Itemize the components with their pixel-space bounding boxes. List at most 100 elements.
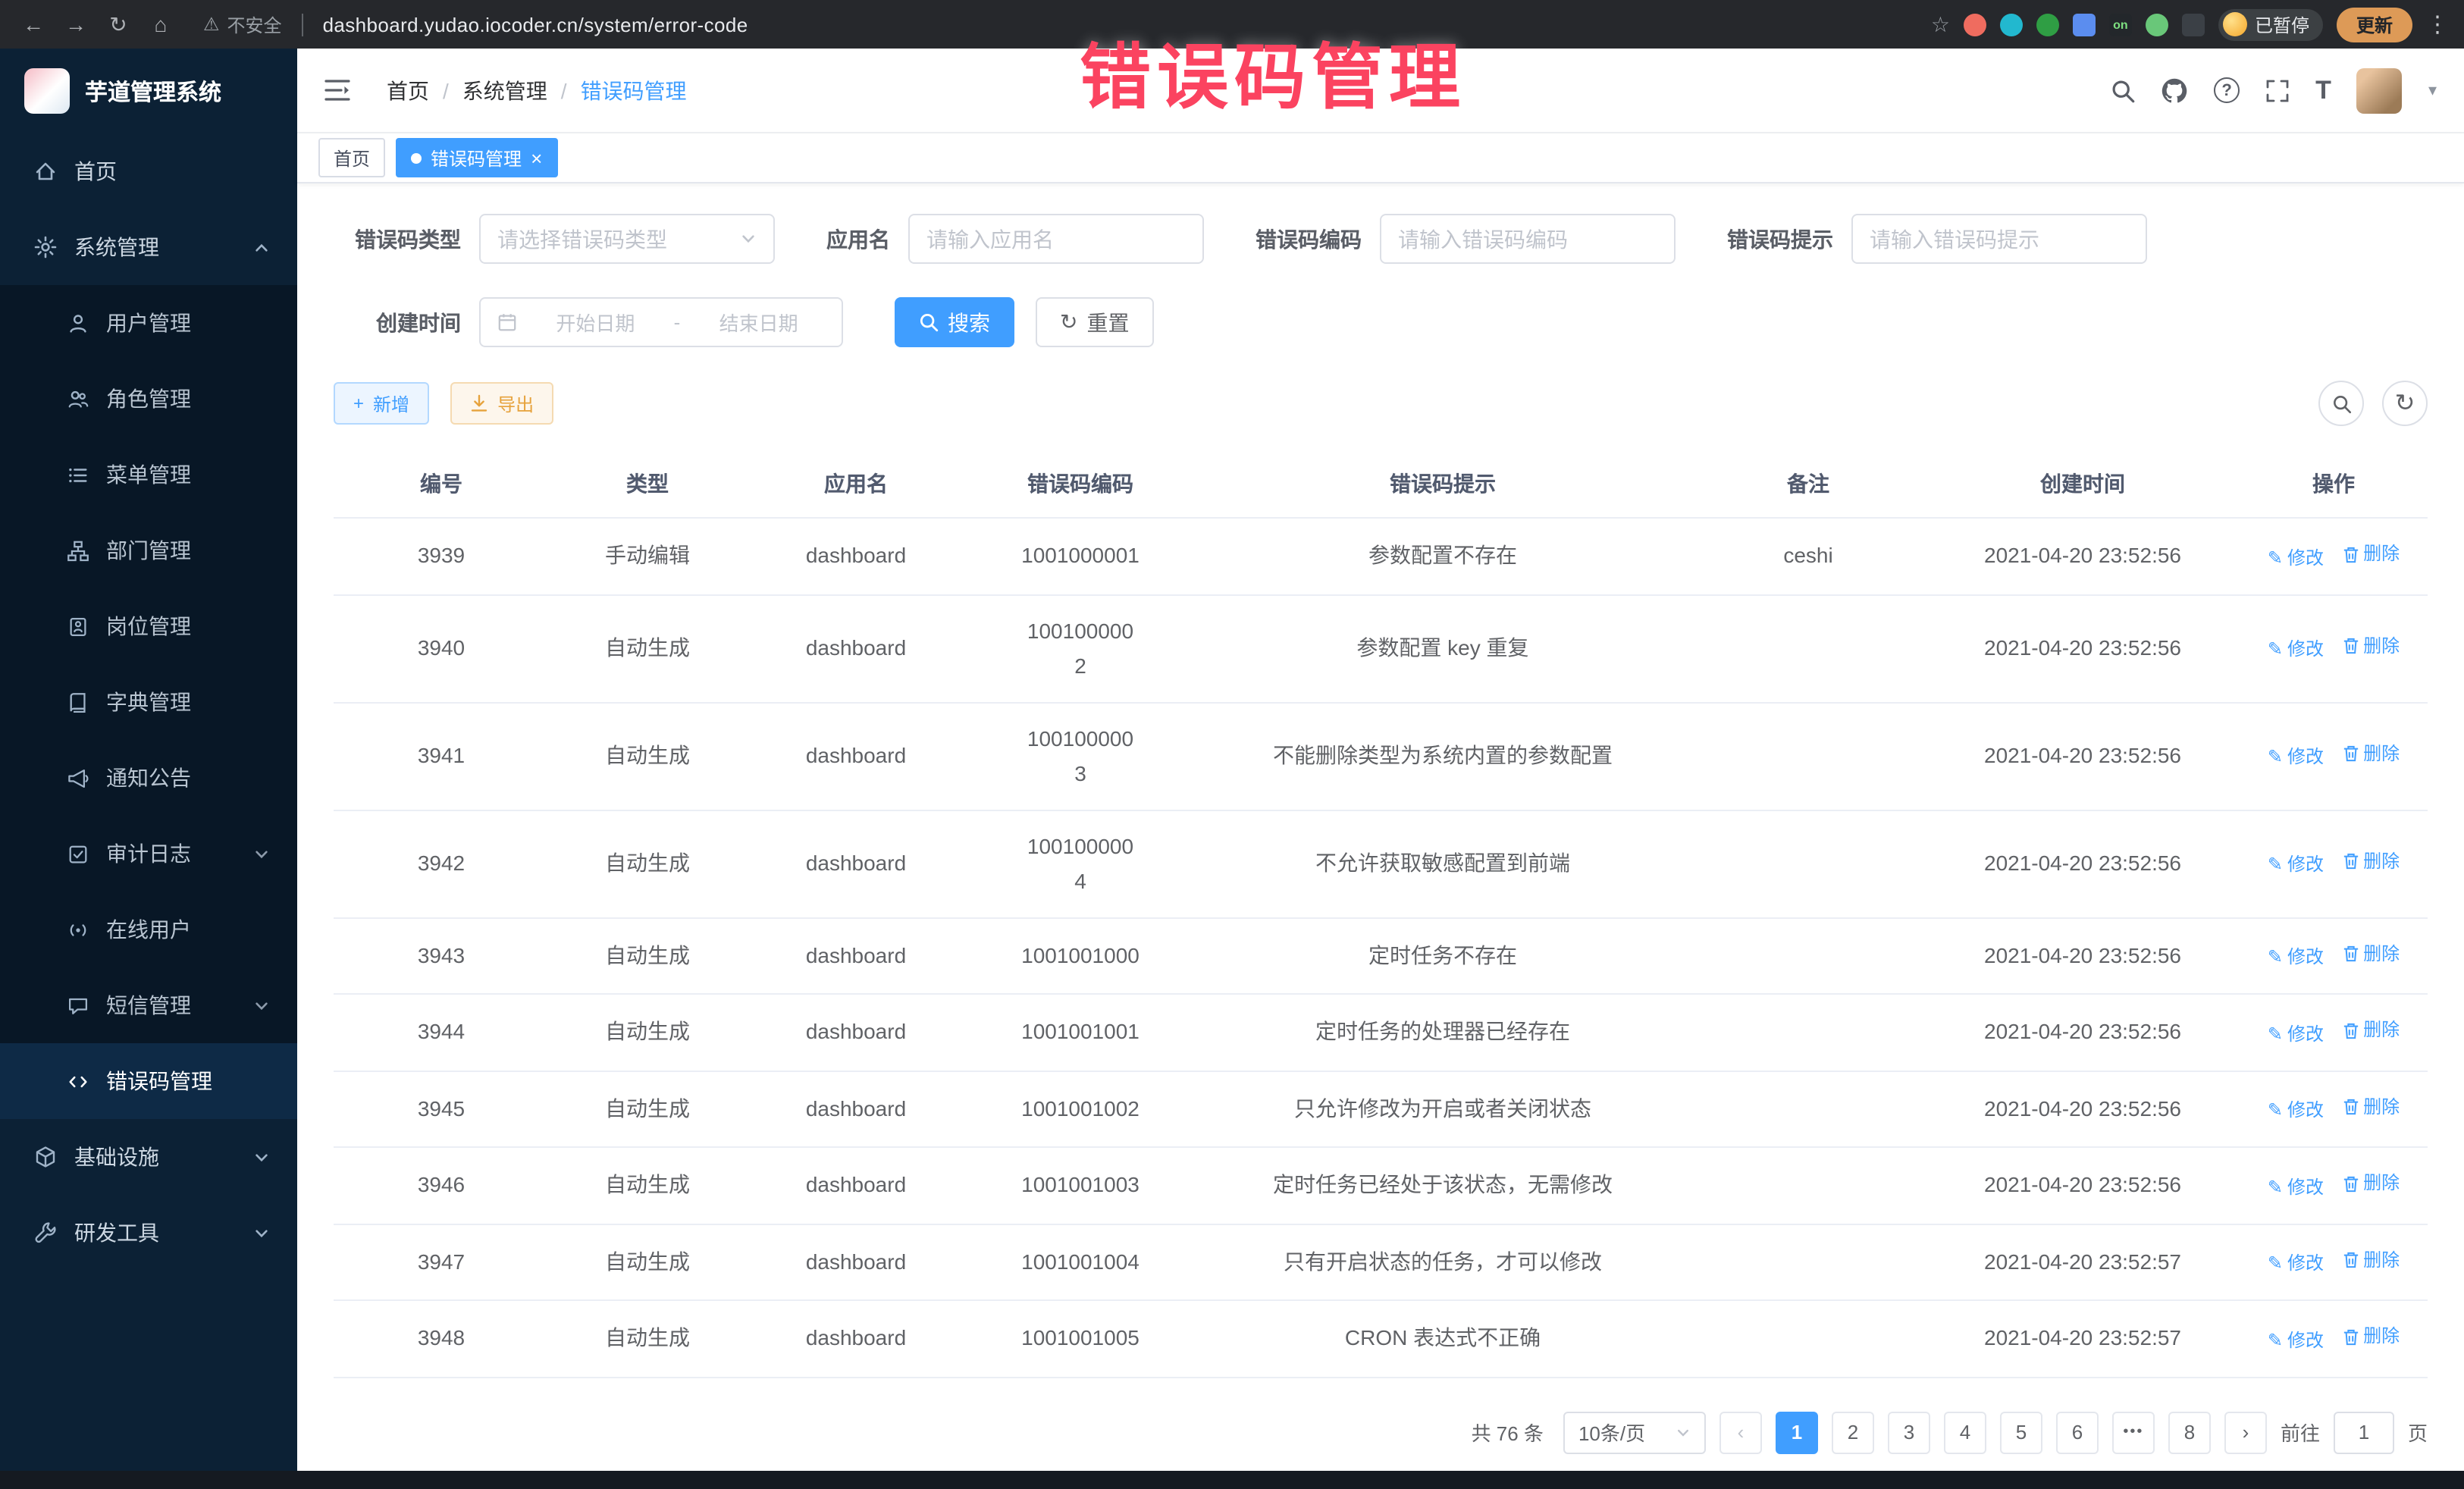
start-date-placeholder: 开始日期 bbox=[529, 308, 662, 337]
extension-icon-5[interactable]: on bbox=[2109, 13, 2132, 36]
date-range-picker[interactable]: 开始日期 - 结束日期 bbox=[479, 297, 843, 347]
sidebar-item-departments[interactable]: 部门管理 bbox=[0, 513, 297, 588]
edit-link[interactable]: ✎修改 bbox=[2268, 1170, 2324, 1205]
search-icon[interactable] bbox=[2111, 78, 2135, 102]
system-submenu: 用户管理 角色管理 菜单管理 部门管理 岗位管理 bbox=[0, 285, 297, 1119]
browser-update-button[interactable]: 更新 bbox=[2337, 7, 2412, 42]
cell-type: 自动生成 bbox=[549, 810, 746, 917]
page-button-1[interactable]: 1 bbox=[1776, 1411, 1818, 1453]
sidebar-item-online-users[interactable]: 在线用户 bbox=[0, 892, 297, 967]
sidebar-item-home[interactable]: 首页 bbox=[0, 133, 297, 209]
user-avatar[interactable] bbox=[2357, 67, 2403, 113]
edit-link[interactable]: ✎修改 bbox=[2268, 1246, 2324, 1281]
avatar-caret-icon[interactable]: ▾ bbox=[2428, 80, 2437, 100]
sidebar-item-system[interactable]: 系统管理 bbox=[0, 209, 297, 285]
reset-button[interactable]: ↻ 重置 bbox=[1036, 297, 1153, 347]
profile-chip[interactable]: 已暂停 bbox=[2218, 8, 2323, 40]
add-button[interactable]: + 新增 bbox=[334, 382, 429, 425]
goto-page-input[interactable] bbox=[2334, 1411, 2394, 1453]
fullscreen-icon[interactable] bbox=[2265, 78, 2290, 102]
github-icon[interactable] bbox=[2161, 77, 2188, 104]
sidebar-item-infrastructure[interactable]: 基础设施 bbox=[0, 1119, 297, 1195]
tag-home[interactable]: 首页 bbox=[318, 138, 385, 177]
edit-link[interactable]: ✎修改 bbox=[2268, 1017, 2324, 1052]
edit-link[interactable]: ✎修改 bbox=[2268, 541, 2324, 575]
font-size-icon[interactable]: T bbox=[2315, 75, 2331, 105]
browser-home-icon[interactable]: ⌂ bbox=[143, 12, 179, 36]
sidebar-item-users[interactable]: 用户管理 bbox=[0, 285, 297, 361]
edit-link[interactable]: ✎修改 bbox=[2268, 741, 2324, 776]
page-button-3[interactable]: 3 bbox=[1888, 1411, 1930, 1453]
sidebar-item-menus[interactable]: 菜单管理 bbox=[0, 437, 297, 513]
delete-link[interactable]: 删除 bbox=[2342, 845, 2400, 879]
address-bar[interactable]: dashboard.yudao.iocoder.cn/system/error-… bbox=[323, 13, 748, 36]
page-button-5[interactable]: 5 bbox=[2000, 1411, 2042, 1453]
wrench-icon bbox=[33, 1221, 58, 1245]
more-pages-button[interactable]: ••• bbox=[2112, 1411, 2155, 1453]
page-button-2[interactable]: 2 bbox=[1832, 1411, 1874, 1453]
edit-link[interactable]: ✎修改 bbox=[2268, 940, 2324, 975]
delete-link[interactable]: 删除 bbox=[2342, 1319, 2400, 1354]
refresh-table-button[interactable]: ↻ bbox=[2382, 381, 2428, 426]
page-button-6[interactable]: 6 bbox=[2056, 1411, 2099, 1453]
prev-page-button[interactable]: ‹ bbox=[1719, 1411, 1762, 1453]
edit-icon: ✎ bbox=[2268, 848, 2283, 883]
toggle-search-button[interactable] bbox=[2318, 381, 2364, 426]
delete-link[interactable]: 删除 bbox=[2342, 537, 2400, 572]
edit-link[interactable]: ✎修改 bbox=[2268, 633, 2324, 668]
edit-link[interactable]: ✎修改 bbox=[2268, 1323, 2324, 1358]
next-page-button[interactable]: › bbox=[2224, 1411, 2267, 1453]
edit-link[interactable]: ✎修改 bbox=[2268, 1093, 2324, 1128]
delete-link[interactable]: 删除 bbox=[2342, 1089, 2400, 1124]
extension-icon-2[interactable] bbox=[2000, 13, 2023, 36]
sidebar-item-label: 通知公告 bbox=[106, 763, 191, 793]
browser-back-icon[interactable]: ← bbox=[15, 12, 52, 36]
export-button[interactable]: 导出 bbox=[450, 382, 553, 425]
browser-right-cluster: ☆ on 已暂停 更新 ⋮ bbox=[1931, 7, 2449, 42]
sidebar-item-dicts[interactable]: 字典管理 bbox=[0, 664, 297, 740]
sidebar-item-error-codes[interactable]: 错误码管理 bbox=[0, 1043, 297, 1119]
bookmark-star-icon[interactable]: ☆ bbox=[1931, 11, 1950, 37]
delete-link[interactable]: 删除 bbox=[2342, 1013, 2400, 1048]
extension-icon-3[interactable] bbox=[2036, 13, 2059, 36]
sidebar-item-posts[interactable]: 岗位管理 bbox=[0, 588, 297, 664]
cell-app: dashboard bbox=[746, 594, 966, 702]
extension-icon-7[interactable] bbox=[2182, 13, 2205, 36]
extension-icon-1[interactable] bbox=[1964, 13, 1986, 36]
error-hint-input[interactable] bbox=[1870, 227, 2129, 251]
sidebar-item-sms[interactable]: 短信管理 bbox=[0, 967, 297, 1043]
security-chip[interactable]: ⚠ 不安全 bbox=[203, 11, 282, 37]
delete-link[interactable]: 删除 bbox=[2342, 737, 2400, 772]
sidebar-item-audit-logs[interactable]: 审计日志 bbox=[0, 816, 297, 892]
error-type-select[interactable]: 请选择错误码类型 bbox=[479, 214, 775, 264]
sidebar-item-notices[interactable]: 通知公告 bbox=[0, 740, 297, 816]
sidebar-item-roles[interactable]: 角色管理 bbox=[0, 361, 297, 437]
search-button[interactable]: 搜索 bbox=[895, 297, 1014, 347]
cell-id: 3945 bbox=[334, 1071, 549, 1147]
browser-reload-icon[interactable]: ↻ bbox=[100, 11, 136, 37]
tag-close-icon[interactable]: × bbox=[531, 148, 542, 168]
extension-icon-6[interactable] bbox=[2146, 13, 2168, 36]
page-button-8[interactable]: 8 bbox=[2168, 1411, 2211, 1453]
app-name-input[interactable] bbox=[926, 227, 1186, 251]
breadcrumb-separator: / bbox=[443, 78, 449, 102]
breadcrumb-system[interactable]: 系统管理 bbox=[462, 75, 547, 105]
sidebar-item-label: 字典管理 bbox=[106, 687, 191, 717]
tag-error-codes[interactable]: 错误码管理 × bbox=[396, 138, 557, 177]
browser-menu-icon[interactable]: ⋮ bbox=[2426, 11, 2449, 38]
page-button-4[interactable]: 4 bbox=[1944, 1411, 1986, 1453]
browser-forward-icon[interactable]: → bbox=[58, 12, 94, 36]
delete-link[interactable]: 删除 bbox=[2342, 936, 2400, 971]
delete-link[interactable]: 删除 bbox=[2342, 1166, 2400, 1201]
sidebar-item-devtools[interactable]: 研发工具 bbox=[0, 1195, 297, 1271]
page-size-select[interactable]: 10条/页 bbox=[1563, 1411, 1706, 1453]
edit-link[interactable]: ✎修改 bbox=[2268, 848, 2324, 883]
cell-time: 2021-04-20 23:52:56 bbox=[1926, 594, 2240, 702]
hamburger-icon[interactable] bbox=[324, 79, 350, 102]
delete-link[interactable]: 删除 bbox=[2342, 629, 2400, 664]
error-code-input[interactable] bbox=[1398, 227, 1657, 251]
delete-link[interactable]: 删除 bbox=[2342, 1243, 2400, 1277]
extension-icon-4[interactable] bbox=[2073, 13, 2096, 36]
breadcrumb-home[interactable]: 首页 bbox=[387, 75, 429, 105]
help-icon[interactable]: ? bbox=[2214, 77, 2240, 103]
